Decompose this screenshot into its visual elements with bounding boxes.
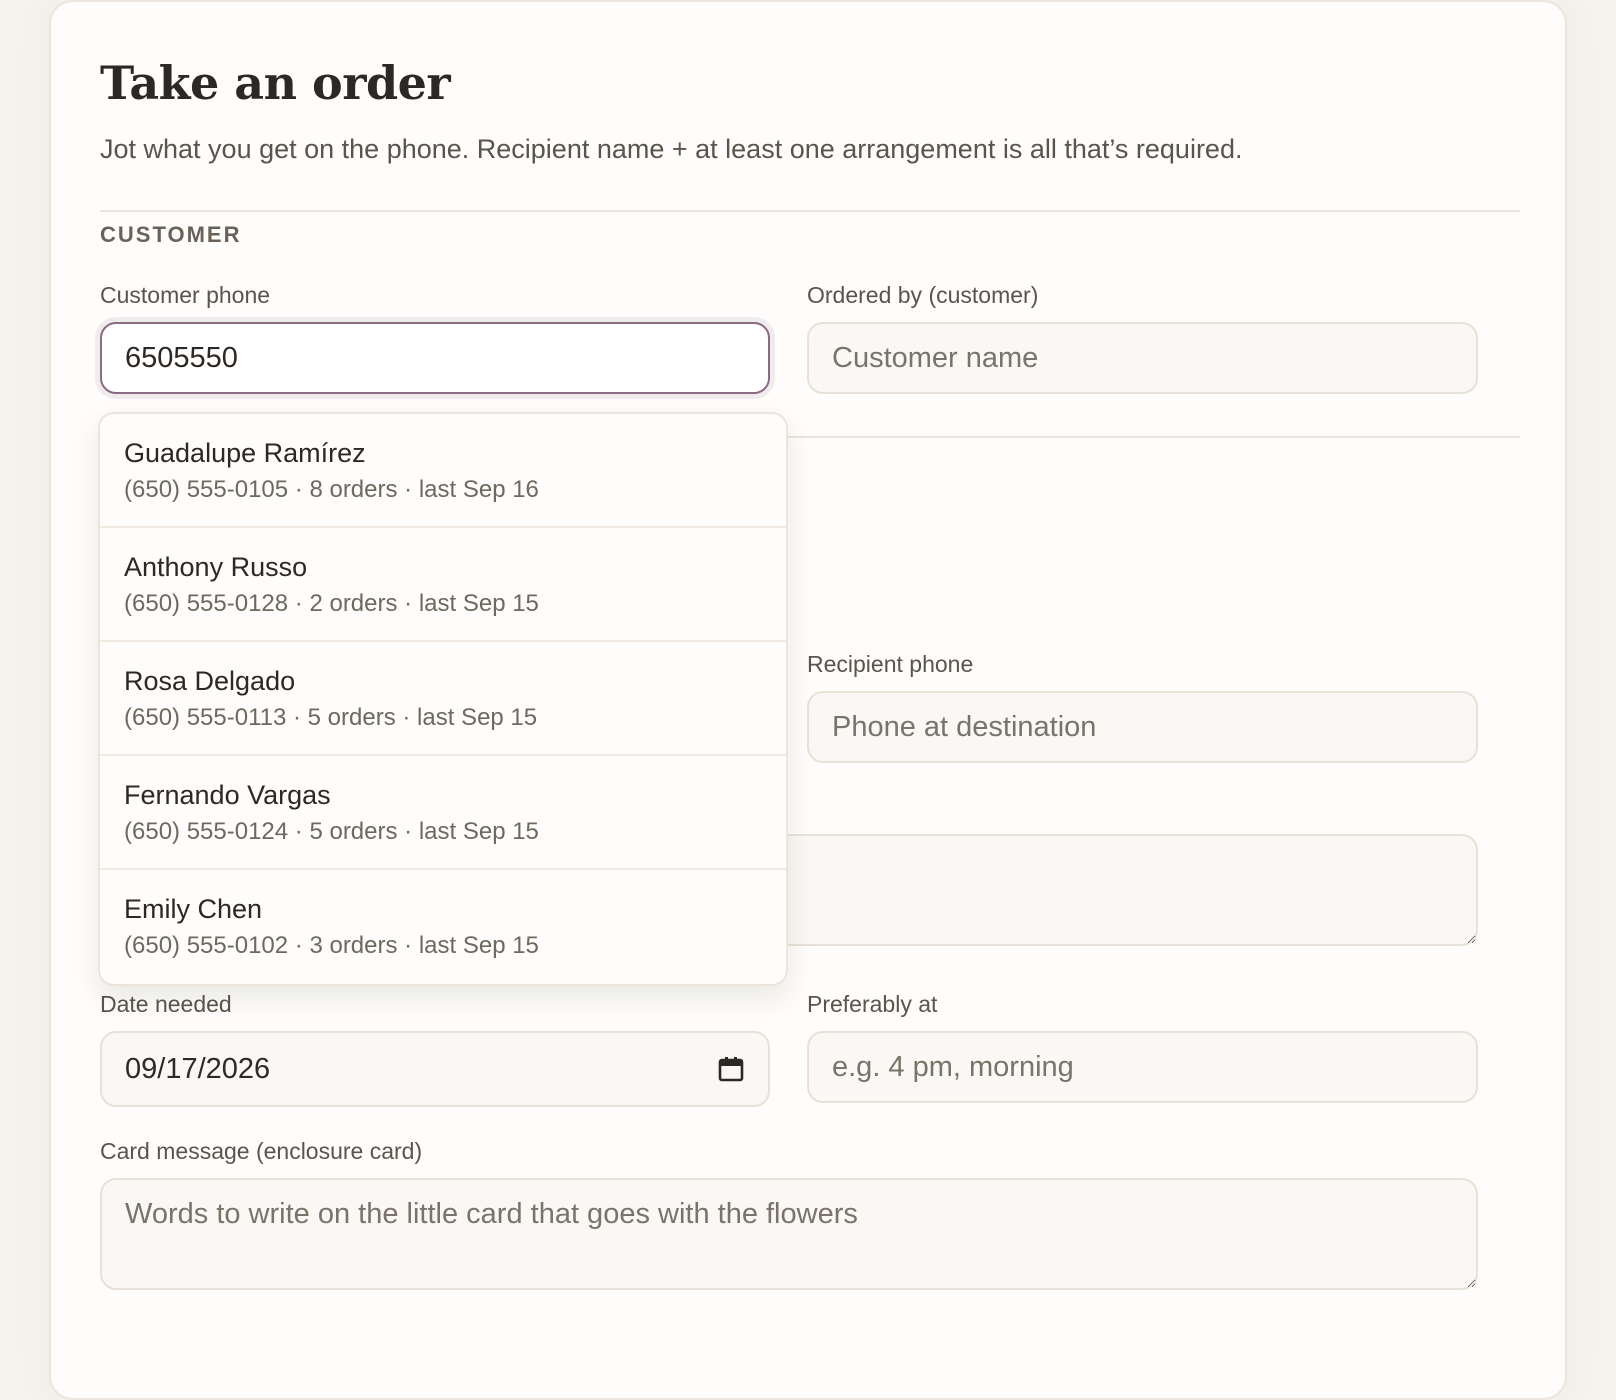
page-subtitle: Jot what you get on the phone. Recipient… [100,134,1243,164]
date-needed-value: 09/17/2026 [125,1052,271,1085]
suggestion-name: Emily Chen [124,894,263,924]
suggestion-meta: (650) 555-0124 · 5 orders · last Sep 15 [124,818,539,845]
recipient-phone-input[interactable] [807,691,1478,763]
suggestion-item[interactable]: Rosa Delgado (650) 555-0113 · 5 orders ·… [100,642,786,756]
customer-phone-input[interactable] [100,322,770,394]
suggestion-name: Guadalupe Ramírez [124,438,366,468]
suggestion-item[interactable]: Anthony Russo (650) 555-0128 · 2 orders … [100,528,786,642]
suggestion-name: Anthony Russo [124,552,308,582]
customer-phone-label: Customer phone [100,282,271,308]
date-needed-input[interactable]: 09/17/2026 [100,1031,770,1107]
date-needed-label: Date needed [100,991,232,1017]
suggestion-item[interactable]: Guadalupe Ramírez (650) 555-0105 · 8 ord… [100,414,786,528]
preferred-time-label: Preferably at [807,991,938,1017]
suggestion-meta: (650) 555-0128 · 2 orders · last Sep 15 [124,590,539,617]
suggestion-item[interactable]: Fernando Vargas (650) 555-0124 · 5 order… [100,756,786,870]
suggestion-item[interactable]: Emily Chen (650) 555-0102 · 3 orders · l… [100,870,786,984]
ordered-by-input[interactable] [807,322,1478,394]
ordered-by-label: Ordered by (customer) [807,282,1039,308]
partially-hidden-textarea[interactable] [731,834,1478,946]
calendar-icon[interactable] [717,1055,745,1083]
card-message-label: Card message (enclosure card) [100,1138,423,1164]
section-heading-customer: CUSTOMER [100,222,242,247]
suggestion-meta: (650) 555-0113 · 5 orders · last Sep 15 [124,704,538,731]
section-divider [100,210,1520,212]
preferred-time-input[interactable] [807,1031,1478,1103]
page-title: Take an order [100,56,451,110]
recipient-phone-label: Recipient phone [807,651,974,677]
card-message-textarea[interactable] [100,1178,1478,1290]
customer-suggestions-dropdown: Guadalupe Ramírez (650) 555-0105 · 8 ord… [98,412,788,986]
suggestion-name: Fernando Vargas [124,780,331,810]
suggestion-meta: (650) 555-0102 · 3 orders · last Sep 15 [124,932,539,959]
suggestion-meta: (650) 555-0105 · 8 orders · last Sep 16 [124,476,539,503]
suggestion-name: Rosa Delgado [124,666,296,696]
